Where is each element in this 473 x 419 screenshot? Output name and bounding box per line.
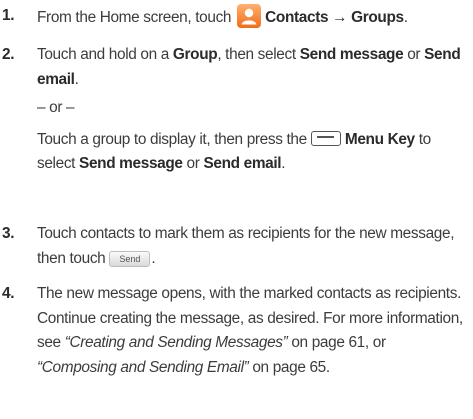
step-number: 2.	[2, 46, 15, 63]
instruction-page: 1. From the Home screen, touch Contacts →…	[0, 0, 473, 419]
contacts-groups-path: Contacts → Groups	[265, 9, 404, 26]
send-button: Send	[109, 250, 151, 267]
or-separator: – or –	[37, 99, 75, 116]
cross-reference: “Composing and Sending Email”	[37, 358, 249, 376]
step-1: 1. From the Home screen, touch Contacts →…	[0, 4, 469, 31]
cross-reference: “Creating and Sending Messages”	[64, 334, 288, 351]
step-3: 3. Touch contacts to mark them as recipi…	[0, 222, 469, 271]
step-4: 4. The new message opens, with the marke…	[0, 282, 469, 380]
step-text: Touch and hold on a Group, then select S…	[37, 43, 469, 177]
contacts-app-icon	[237, 4, 262, 28]
step-number: 3.	[2, 225, 15, 242]
step-text: The new message opens, with the marked c…	[37, 285, 463, 376]
menu-key-icon	[310, 130, 341, 146]
step-2: 2. Touch and hold on a Group, then selec…	[0, 43, 469, 177]
step-text: Touch contacts to mark them as recipient…	[37, 225, 455, 267]
step-text: From the Home screen, touch Contacts → Gr…	[37, 4, 469, 31]
alternate-instruction: Touch a group to display it, then press …	[37, 130, 431, 172]
step-number: 4.	[2, 285, 15, 302]
step-number: 1.	[2, 7, 15, 24]
